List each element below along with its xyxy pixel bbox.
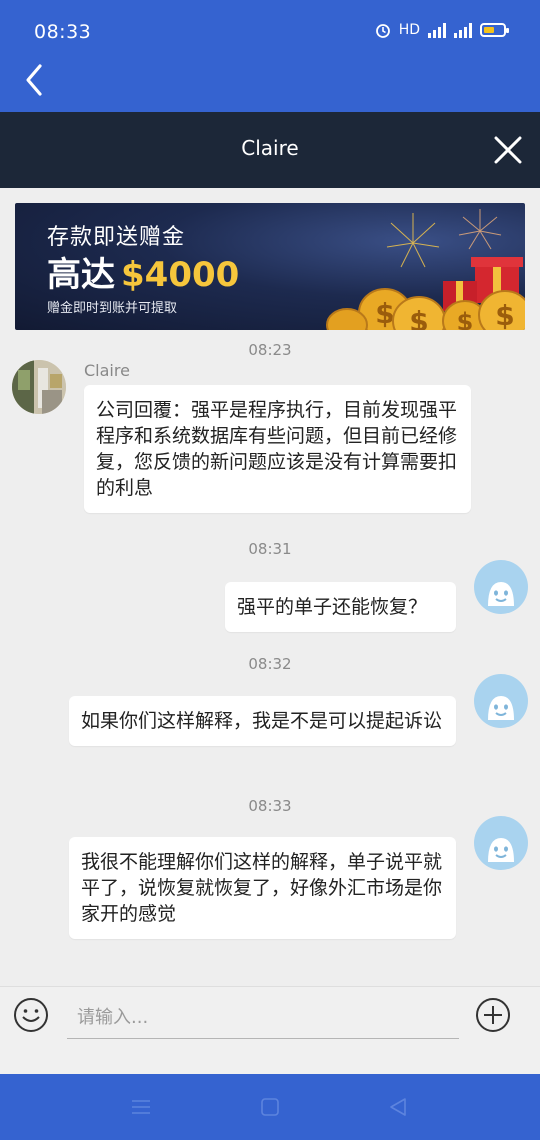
outgoing-message-bubble: 如果你们这样解释，我是不是可以提起诉讼 <box>69 696 456 746</box>
message-input[interactable]: 请输入... <box>67 995 459 1039</box>
signal-2-icon <box>454 22 472 38</box>
user-avatar-face-icon <box>488 582 514 606</box>
agent-avatar-image <box>12 360 66 414</box>
agent-avatar[interactable] <box>12 360 66 414</box>
banner-amount: $4000 <box>121 255 240 295</box>
banner-subtext: 赠金即时到账并可提取 <box>47 301 178 316</box>
svg-text:$: $ <box>457 308 474 330</box>
outgoing-message-bubble: 强平的单子还能恢复？ <box>225 582 456 632</box>
message-timestamp: 08:31 <box>248 540 292 558</box>
status-time: 08:33 <box>34 21 92 43</box>
alarm-icon <box>375 24 390 38</box>
battery-icon <box>480 23 509 37</box>
user-avatar[interactable] <box>474 560 528 614</box>
chat-title-bar: Claire <box>0 112 540 188</box>
message-timestamp: 08:33 <box>248 797 292 815</box>
banner-amount-line: 高达 $4000 <box>47 247 239 296</box>
outgoing-message-bubble: 我很不能理解你们这样的解释，单子说平就平了，说恢复就恢复了，好像外汇市场是你家开… <box>69 837 456 939</box>
message-sender-name: Claire <box>84 361 130 380</box>
system-nav-bar <box>0 1074 540 1140</box>
smiley-icon[interactable] <box>13 997 49 1033</box>
signal-1-icon <box>428 22 446 38</box>
message-composer: 请输入... <box>0 986 540 1074</box>
banner-amount-prefix: 高达 <box>47 255 115 295</box>
user-avatar-face-icon <box>488 838 514 862</box>
status-icons: HD <box>375 22 509 38</box>
message-timestamp: 08:23 <box>248 341 292 359</box>
back-icon[interactable] <box>20 62 50 98</box>
coins-gift-illustration: $ $ $ $ <box>326 209 525 330</box>
promo-banner[interactable]: 存款即送赠金 高达 $4000 赠金即时到账并可提取 $ $ $ $ <box>15 203 525 330</box>
svg-text:$: $ <box>409 305 428 330</box>
svg-text:$: $ <box>495 299 514 330</box>
network-hd-label: HD <box>398 22 420 38</box>
user-avatar-face-icon <box>488 696 514 720</box>
back-triangle-icon[interactable] <box>387 1096 409 1118</box>
user-avatar[interactable] <box>474 816 528 870</box>
status-bar: 08:33 HD <box>0 0 540 64</box>
menu-icon[interactable] <box>130 1096 152 1118</box>
home-square-icon[interactable] <box>259 1096 281 1118</box>
incoming-message-bubble: 公司回覆：强平是程序执行，目前发现强平程序和系统数据库有些问题，但目前已经修复，… <box>84 385 471 513</box>
message-timestamp: 08:32 <box>248 655 292 673</box>
user-avatar[interactable] <box>474 674 528 728</box>
svg-text:$: $ <box>375 297 394 330</box>
top-bar: 08:33 HD <box>0 0 540 112</box>
chat-title: Claire <box>241 136 299 160</box>
plus-circle-icon[interactable] <box>475 997 511 1033</box>
close-icon[interactable] <box>492 134 524 166</box>
